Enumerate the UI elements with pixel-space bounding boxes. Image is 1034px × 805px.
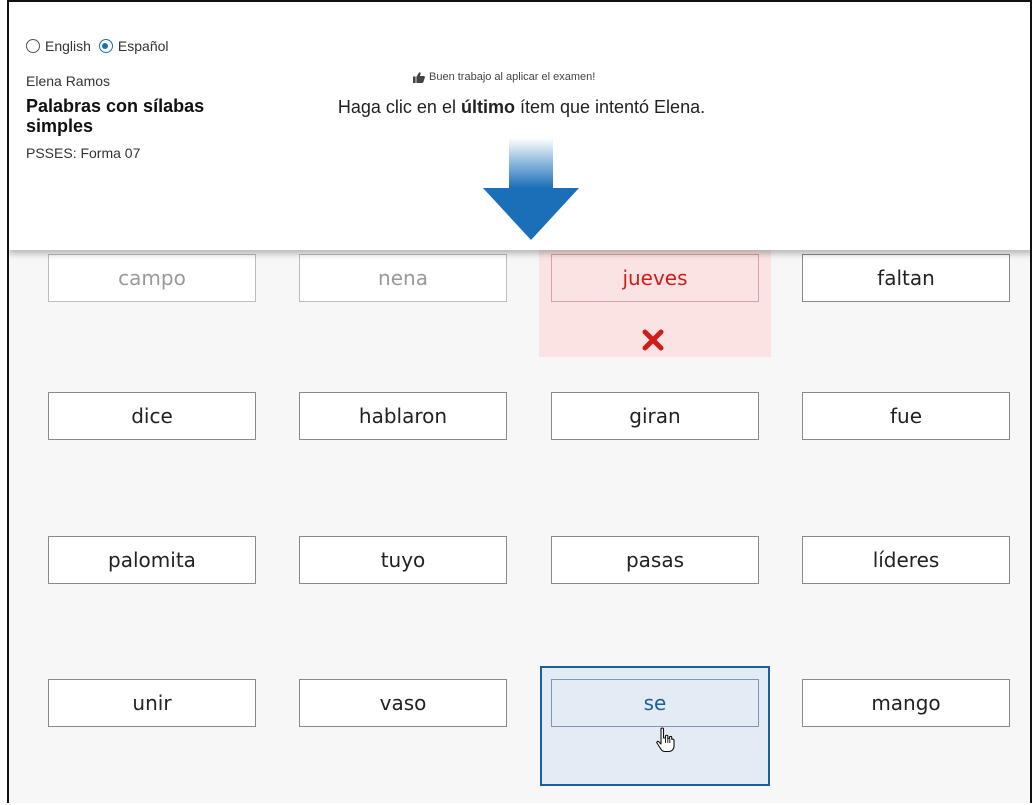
word-button[interactable]: vaso <box>299 679 507 727</box>
instruction-text: Haga clic en el último ítem que intentó … <box>9 97 1030 118</box>
arrow-down-icon <box>483 138 579 240</box>
word-button-selected[interactable]: se <box>551 679 759 727</box>
word-button[interactable]: giran <box>551 392 759 440</box>
word-button[interactable]: hablaron <box>299 392 507 440</box>
language-option-english[interactable]: English <box>26 38 91 54</box>
x-mark-icon <box>642 329 664 351</box>
word-button-incorrect[interactable]: jueves <box>551 254 759 302</box>
word-button[interactable]: líderes <box>802 536 1010 584</box>
instruction-after: ítem que intentó Elena. <box>514 97 706 117</box>
word-button[interactable]: tuyo <box>299 536 507 584</box>
word-button[interactable]: palomita <box>48 536 256 584</box>
instruction-bold: último <box>460 97 515 117</box>
instruction-before: Haga clic en el <box>337 97 461 117</box>
language-label-english: English <box>45 38 91 54</box>
word-button[interactable]: nena <box>299 254 507 302</box>
word-button[interactable]: faltan <box>802 254 1010 302</box>
praise-message: Buen trabajo al aplicar el examen! <box>413 71 595 83</box>
language-selector: English Español <box>26 38 169 54</box>
header-panel: English Español Elena Ramos Palabras con… <box>9 0 1030 250</box>
app-frame: campo nena jueves faltan dice hablaron g… <box>7 0 1032 803</box>
radio-icon[interactable] <box>26 39 40 53</box>
language-option-espanol[interactable]: Español <box>98 38 169 54</box>
word-button[interactable]: dice <box>48 392 256 440</box>
hand-cursor-icon <box>656 727 675 753</box>
radio-checked-icon[interactable] <box>98 39 113 53</box>
form-id: PSSES: Forma 07 <box>26 145 141 161</box>
thumbs-up-icon <box>413 71 425 83</box>
student-name: Elena Ramos <box>26 73 111 89</box>
language-label-espanol: Español <box>117 38 169 54</box>
word-button[interactable]: unir <box>48 679 256 727</box>
praise-text: Buen trabajo al aplicar el examen! <box>429 71 596 83</box>
word-button[interactable]: mango <box>802 679 1010 727</box>
word-button[interactable]: fue <box>802 392 1010 440</box>
word-button[interactable]: campo <box>48 254 256 302</box>
word-button[interactable]: pasas <box>551 536 759 584</box>
